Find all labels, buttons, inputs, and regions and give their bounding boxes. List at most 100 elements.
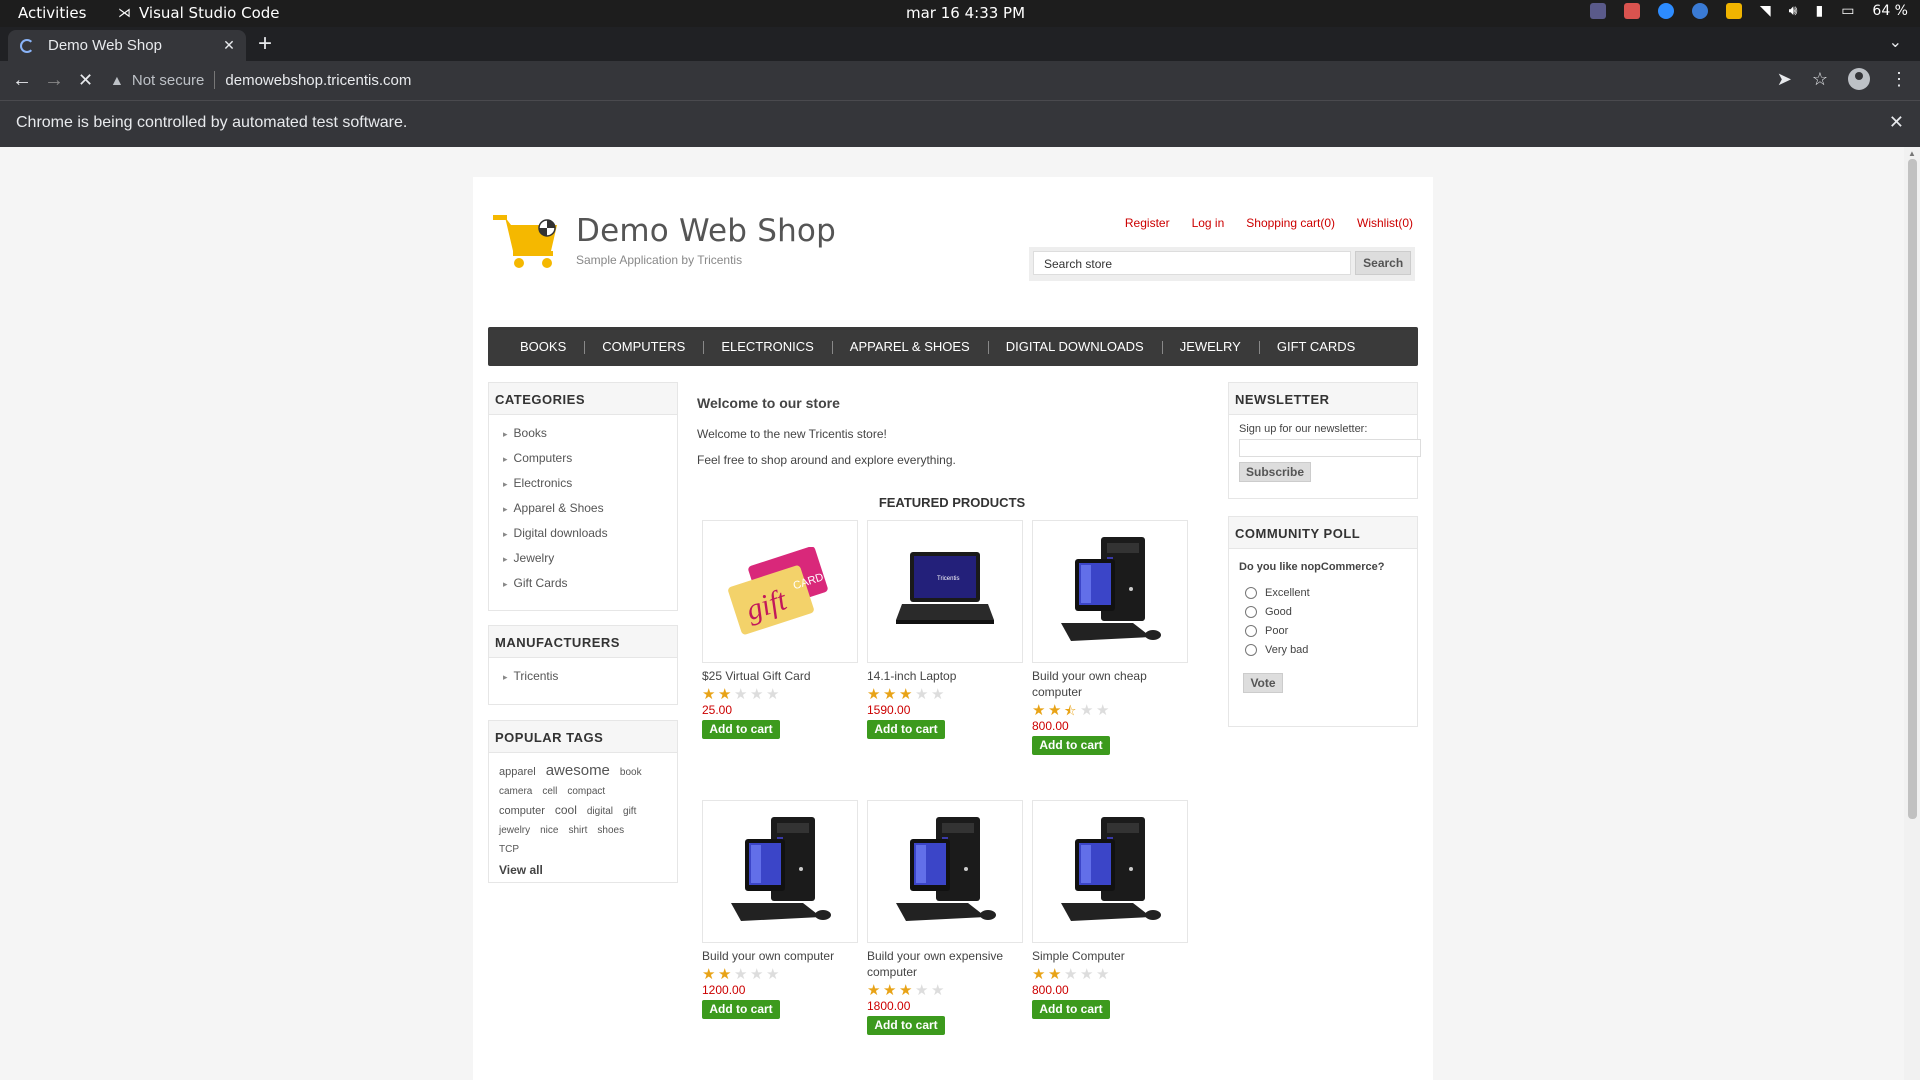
search-input[interactable]: Search store [1033, 251, 1352, 275]
camera-icon[interactable] [1623, 3, 1640, 19]
view-all-tags-link[interactable]: View all [499, 861, 657, 880]
app-menu[interactable]: ⋊ Visual Studio Code [118, 4, 280, 22]
product-title[interactable]: Build your own computer [702, 948, 858, 964]
tag-link[interactable]: apparel [499, 763, 536, 782]
menu-item-books[interactable]: BOOKS [502, 339, 584, 354]
back-arrow-icon[interactable]: ← [12, 67, 32, 93]
forward-arrow-icon[interactable]: → [44, 67, 64, 93]
poll-option-label[interactable]: Good [1265, 606, 1292, 618]
newsletter-email-input[interactable] [1239, 439, 1421, 457]
vote-button[interactable]: Vote [1243, 673, 1283, 693]
bookmark-star-icon[interactable]: ☆ [1812, 69, 1828, 90]
menu-item-gift-cards[interactable]: GIFT CARDS [1258, 339, 1374, 354]
poll-radio[interactable] [1245, 643, 1257, 656]
page-scrollbar[interactable]: ▲ [1904, 147, 1920, 1080]
product-image[interactable] [867, 800, 1023, 943]
menu-item-apparel-shoes[interactable]: APPAREL & SHOES [831, 339, 988, 354]
activities-button[interactable]: Activities [18, 4, 86, 22]
battery-icon[interactable]: ▭ [1841, 3, 1854, 19]
url-text[interactable]: demowebshop.tricentis.com [225, 72, 411, 89]
tag-link[interactable]: camera [499, 782, 532, 801]
product-image[interactable] [702, 800, 858, 943]
kebab-menu-icon[interactable]: ⋮ [1890, 69, 1908, 90]
category-electronics[interactable]: Electronics [503, 473, 663, 498]
add-to-cart-button[interactable]: Add to cart [702, 1000, 780, 1019]
product-image[interactable] [1032, 800, 1188, 943]
vpn-icon[interactable] [1691, 3, 1708, 19]
slack-icon[interactable] [1589, 3, 1606, 19]
tag-link[interactable]: digital [587, 802, 613, 821]
poll-radio[interactable] [1245, 624, 1257, 637]
product-title[interactable]: Build your own cheap computer [1032, 668, 1188, 700]
volume-icon[interactable]: 🔊︎ [1789, 3, 1798, 19]
tag-link[interactable]: awesome [546, 761, 610, 780]
wishlist-link[interactable]: Wishlist(0) [1357, 216, 1413, 230]
poll-option-label[interactable]: Very bad [1265, 644, 1308, 656]
add-to-cart-button[interactable]: Add to cart [702, 720, 780, 739]
manufacturer-tricentis[interactable]: Tricentis [503, 666, 663, 691]
poll-option[interactable]: Very bad [1229, 640, 1417, 659]
tab-close-icon[interactable]: ✕ [218, 37, 240, 54]
category-digital-downloads[interactable]: Digital downloads [503, 523, 663, 548]
category-books[interactable]: Books [503, 423, 663, 448]
register-link[interactable]: Register [1125, 216, 1170, 230]
address-bar[interactable]: ▲ Not secure demowebshop.tricentis.com [110, 65, 1760, 95]
security-label[interactable]: Not secure [132, 72, 205, 89]
tag-link[interactable]: shirt [568, 821, 587, 840]
product-title[interactable]: Simple Computer [1032, 948, 1188, 964]
product-image[interactable]: Tricentis [867, 520, 1023, 663]
product-image[interactable]: gift CARD [702, 520, 858, 663]
poll-option[interactable]: Poor [1229, 621, 1417, 640]
category-jewelry[interactable]: Jewelry [503, 548, 663, 573]
tab-search-chevron-icon[interactable]: ⌄ [1889, 32, 1902, 52]
menu-item-jewelry[interactable]: JEWELRY [1161, 339, 1259, 354]
profile-avatar-icon[interactable] [1848, 68, 1870, 90]
category-computers[interactable]: Computers [503, 448, 663, 473]
product-image[interactable] [1032, 520, 1188, 663]
product-title[interactable]: 14.1-inch Laptop [867, 668, 1023, 684]
system-tray[interactable]: ◥ 🔊︎ ▮ ▭ 64 % [1589, 3, 1908, 19]
tag-link[interactable]: gift [623, 802, 636, 821]
add-to-cart-button[interactable]: Add to cart [1032, 1000, 1110, 1019]
tag-link[interactable]: computer [499, 802, 545, 821]
infobar-close-icon[interactable]: ✕ [1889, 112, 1904, 133]
menu-item-electronics[interactable]: ELECTRONICS [703, 339, 831, 354]
stop-loading-icon[interactable]: ✕ [78, 67, 93, 93]
login-link[interactable]: Log in [1192, 216, 1225, 230]
poll-option[interactable]: Good [1229, 602, 1417, 621]
category-apparel-shoes[interactable]: Apparel & Shoes [503, 498, 663, 523]
add-to-cart-button[interactable]: Add to cart [1032, 736, 1110, 755]
product-title[interactable]: $25 Virtual Gift Card [702, 668, 858, 684]
poll-option[interactable]: Excellent [1229, 583, 1417, 602]
menu-item-digital-downloads[interactable]: DIGITAL DOWNLOADS [987, 339, 1162, 354]
poll-radio[interactable] [1245, 605, 1257, 618]
warning-triangle-icon[interactable]: ▲ [110, 72, 124, 88]
product-title[interactable]: Build your own expensive computer [867, 948, 1023, 980]
clock[interactable]: mar 16 4:33 PM [906, 4, 1025, 22]
category-gift-cards[interactable]: Gift Cards [503, 573, 663, 598]
tag-link[interactable]: shoes [597, 821, 624, 840]
add-to-cart-button[interactable]: Add to cart [867, 1016, 945, 1035]
tag-link[interactable]: compact [567, 782, 605, 801]
tab-demo-web-shop[interactable]: Demo Web Shop ✕ [8, 30, 246, 61]
tag-link[interactable]: cell [542, 782, 557, 801]
shopping-cart-link[interactable]: Shopping cart(0) [1246, 216, 1335, 230]
poll-option-label[interactable]: Poor [1265, 625, 1288, 637]
tag-link[interactable]: book [620, 763, 642, 782]
poll-radio[interactable] [1245, 586, 1257, 599]
mic-icon[interactable]: ▮ [1815, 3, 1823, 19]
scroll-up-arrow-icon[interactable]: ▲ [1908, 149, 1916, 158]
add-to-cart-button[interactable]: Add to cart [867, 720, 945, 739]
search-button[interactable]: Search [1355, 251, 1411, 275]
scrollbar-thumb[interactable] [1908, 159, 1917, 819]
tag-link[interactable]: nice [540, 821, 558, 840]
tag-link[interactable]: cool [555, 801, 577, 820]
wifi-icon[interactable]: ◥ [1760, 3, 1771, 19]
subscribe-button[interactable]: Subscribe [1239, 462, 1311, 482]
tag-link[interactable]: jewelry [499, 821, 530, 840]
send-icon[interactable]: ➤ [1777, 69, 1792, 90]
poll-option-label[interactable]: Excellent [1265, 587, 1310, 599]
zoom-icon[interactable] [1657, 3, 1674, 19]
tag-link[interactable]: TCP [499, 840, 519, 859]
notes-icon[interactable] [1725, 3, 1742, 19]
